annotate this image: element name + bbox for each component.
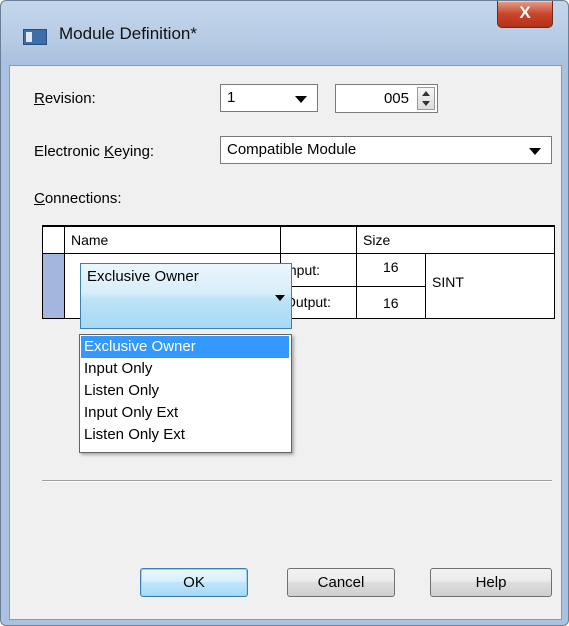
column-header-size: Size — [356, 225, 555, 254]
option-input-only-ext[interactable]: Input Only Ext — [81, 402, 289, 424]
electronic-keying-value: Compatible Module — [227, 141, 357, 158]
option-input-only[interactable]: Input Only — [81, 358, 289, 380]
electronic-keying-label: Electronic Keying: — [34, 143, 155, 160]
column-header-name: Name — [64, 225, 281, 254]
option-listen-only-ext[interactable]: Listen Only Ext — [81, 424, 289, 446]
cancel-button[interactable]: Cancel — [287, 568, 395, 597]
output-size-cell[interactable]: 16 — [356, 286, 426, 319]
row-header[interactable] — [42, 253, 65, 319]
column-header-blank — [280, 225, 357, 254]
divider — [42, 480, 552, 482]
spin-down-icon[interactable] — [422, 101, 430, 106]
connections-table: Name Size Input: Output: 16 16 SINT Excl… — [42, 225, 555, 329]
connection-options-list: Exclusive Owner Input Only Listen Only I… — [79, 334, 292, 453]
module-definition-dialog: Module Definition* X Revision: 1 005 Ele… — [0, 0, 569, 626]
close-button[interactable]: X — [497, 1, 553, 28]
revision-minor-stepper[interactable]: 005 — [335, 84, 438, 113]
spin-up-icon[interactable] — [422, 91, 430, 96]
connections-label: Connections: — [34, 190, 122, 207]
option-exclusive-owner[interactable]: Exclusive Owner — [81, 336, 289, 358]
spin-buttons[interactable] — [417, 87, 435, 110]
help-button[interactable]: Help — [430, 568, 552, 597]
chevron-down-icon — [295, 96, 307, 103]
window-icon — [23, 29, 47, 45]
connection-name-select[interactable]: Exclusive Owner — [80, 263, 292, 329]
revision-major-select[interactable]: 1 — [220, 84, 318, 112]
chevron-down-icon — [275, 295, 285, 301]
chevron-down-icon — [529, 148, 541, 155]
revision-label: Revision: — [34, 90, 96, 107]
revision-major-value: 1 — [227, 89, 236, 106]
input-size-cell[interactable]: 16 — [356, 253, 426, 287]
dialog-body: Revision: 1 005 Electronic Keying: Compa… — [9, 65, 562, 620]
title-bar[interactable]: Module Definition* X — [1, 1, 568, 65]
corner-header — [42, 225, 65, 254]
connection-name-value: Exclusive Owner — [87, 268, 199, 285]
electronic-keying-select[interactable]: Compatible Module — [220, 136, 552, 164]
window-title: Module Definition* — [59, 24, 197, 43]
ok-button[interactable]: OK — [140, 568, 248, 597]
size-type-cell: SINT — [425, 253, 555, 319]
option-listen-only[interactable]: Listen Only — [81, 380, 289, 402]
revision-minor-value: 005 — [383, 90, 409, 107]
